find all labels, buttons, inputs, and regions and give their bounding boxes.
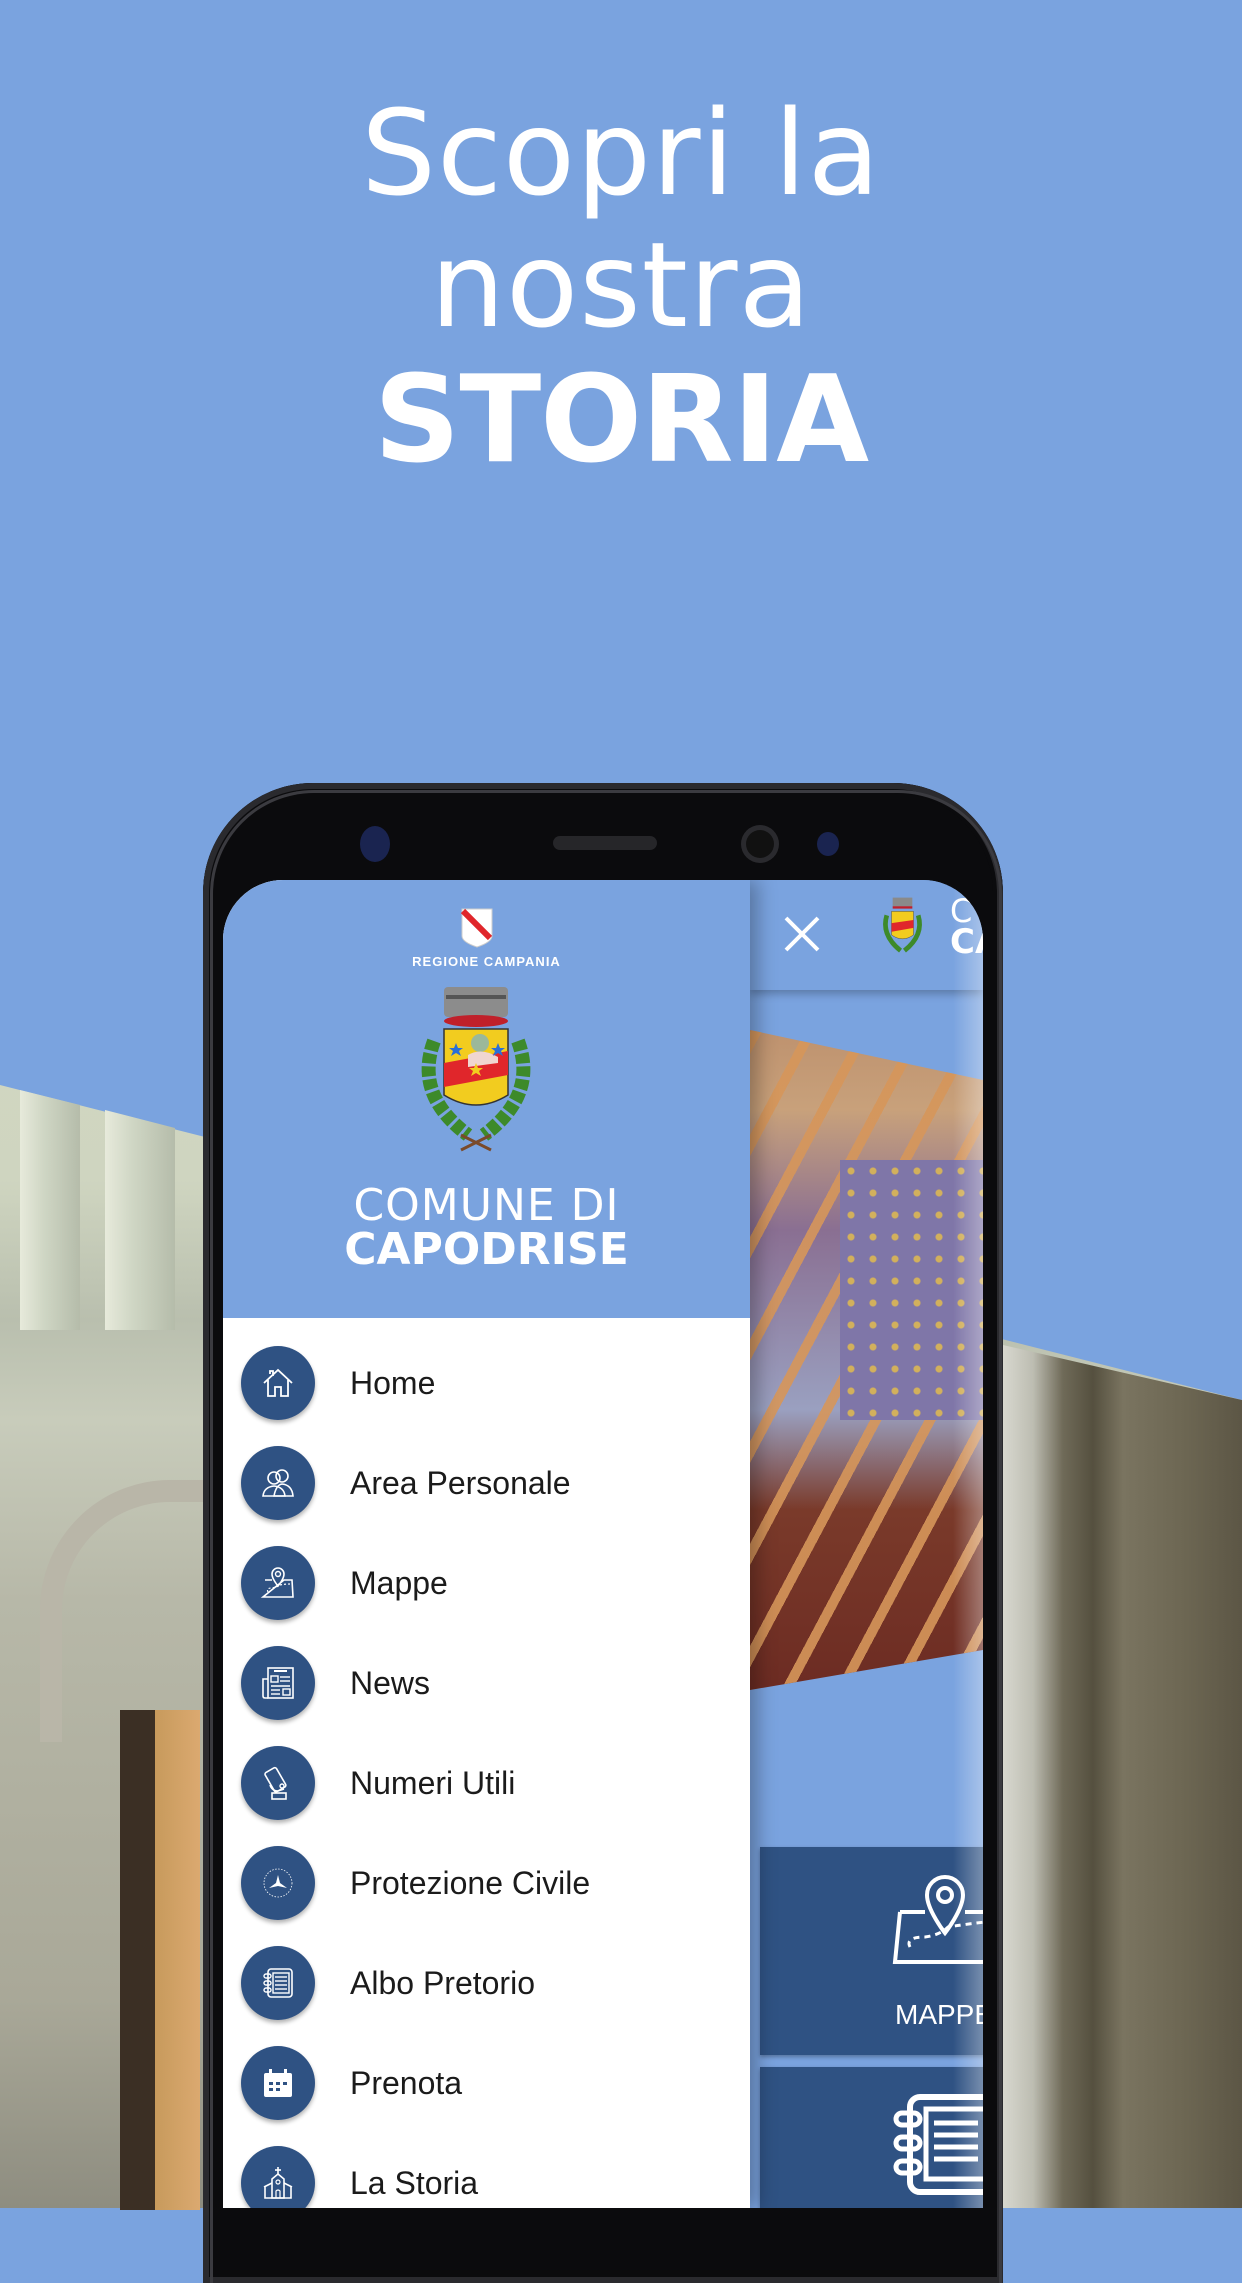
- menu-item-home[interactable]: Home: [223, 1333, 750, 1433]
- protezione-civile-icon: [241, 1846, 315, 1920]
- menu-item-numeri-utili[interactable]: Numeri Utili: [223, 1733, 750, 1833]
- phone-speaker: [553, 836, 657, 850]
- background-door: [120, 1710, 200, 2210]
- headline-line-3: STORIA: [373, 351, 869, 490]
- background-pillar: [105, 1110, 175, 1330]
- menu-item-label: Home: [350, 1364, 436, 1401]
- close-icon[interactable]: [780, 912, 824, 956]
- tile-mappe[interactable]: MAPPE: [760, 1847, 983, 2055]
- menu-item-mappe[interactable]: Mappe: [223, 1533, 750, 1633]
- iris-sensor-icon: [817, 832, 839, 856]
- menu-item-prenota[interactable]: Prenota: [223, 2033, 750, 2133]
- menu-item-albo-pretorio[interactable]: Albo Pretorio: [223, 1933, 750, 2033]
- app-main-content: C CA MAPPE: [750, 880, 983, 2208]
- regione-campania-shield-icon: [461, 908, 493, 948]
- church-icon: [241, 2146, 315, 2208]
- history-photo: [750, 1030, 983, 1690]
- screen-edge-curve: [953, 880, 983, 2208]
- front-sensor-icon: [360, 826, 390, 862]
- menu-item-label: Albo Pretorio: [350, 1964, 535, 2001]
- menu-item-label: Mappe: [350, 1564, 448, 1601]
- menu-item-protezione-civile[interactable]: Protezione Civile: [223, 1833, 750, 1933]
- calendar-icon: [241, 2046, 315, 2120]
- tile-albo-pretorio[interactable]: [760, 2067, 983, 2208]
- users-icon: [241, 1446, 315, 1520]
- menu-item-label: Area Personale: [350, 1464, 571, 1501]
- app-top-bar: C CA: [750, 880, 983, 990]
- map-pin-icon: [241, 1546, 315, 1620]
- drawer-header: REGIONE CAMPANIA COMUNE DI CAPODRISE: [223, 880, 750, 1318]
- notebook-icon: [241, 1946, 315, 2020]
- menu-item-label: News: [350, 1664, 431, 1701]
- headline-line-1: Scopri la: [361, 84, 881, 222]
- front-camera-icon: [741, 825, 779, 863]
- headline-line-2: nostra: [430, 216, 812, 354]
- menu-item-label: Protezione Civile: [350, 1864, 591, 1901]
- background-pillar: [20, 1090, 80, 1330]
- phone-screen: C CA MAPPE: [223, 880, 983, 2208]
- comune-crest-icon: [883, 897, 922, 953]
- menu-item-area-personale[interactable]: Area Personale: [223, 1433, 750, 1533]
- comune-crest-icon: [421, 987, 531, 1152]
- menu-item-label: Numeri Utili: [350, 1764, 516, 1801]
- comune-title-line-2: CAPODRISE: [344, 1224, 629, 1275]
- menu-item-label: La Storia: [350, 2164, 479, 2201]
- menu-item-news[interactable]: News: [223, 1633, 750, 1733]
- phone-hand-icon: [241, 1746, 315, 1820]
- newspaper-icon: [241, 1646, 315, 1720]
- navigation-drawer: REGIONE CAMPANIA COMUNE DI CAPODRISE Hom…: [223, 880, 750, 2208]
- menu-item-la-storia[interactable]: La Storia: [223, 2133, 750, 2208]
- home-icon: [241, 1346, 315, 1420]
- menu-item-label: Prenota: [350, 2064, 463, 2101]
- regione-campania-label: REGIONE CAMPANIA: [412, 954, 561, 969]
